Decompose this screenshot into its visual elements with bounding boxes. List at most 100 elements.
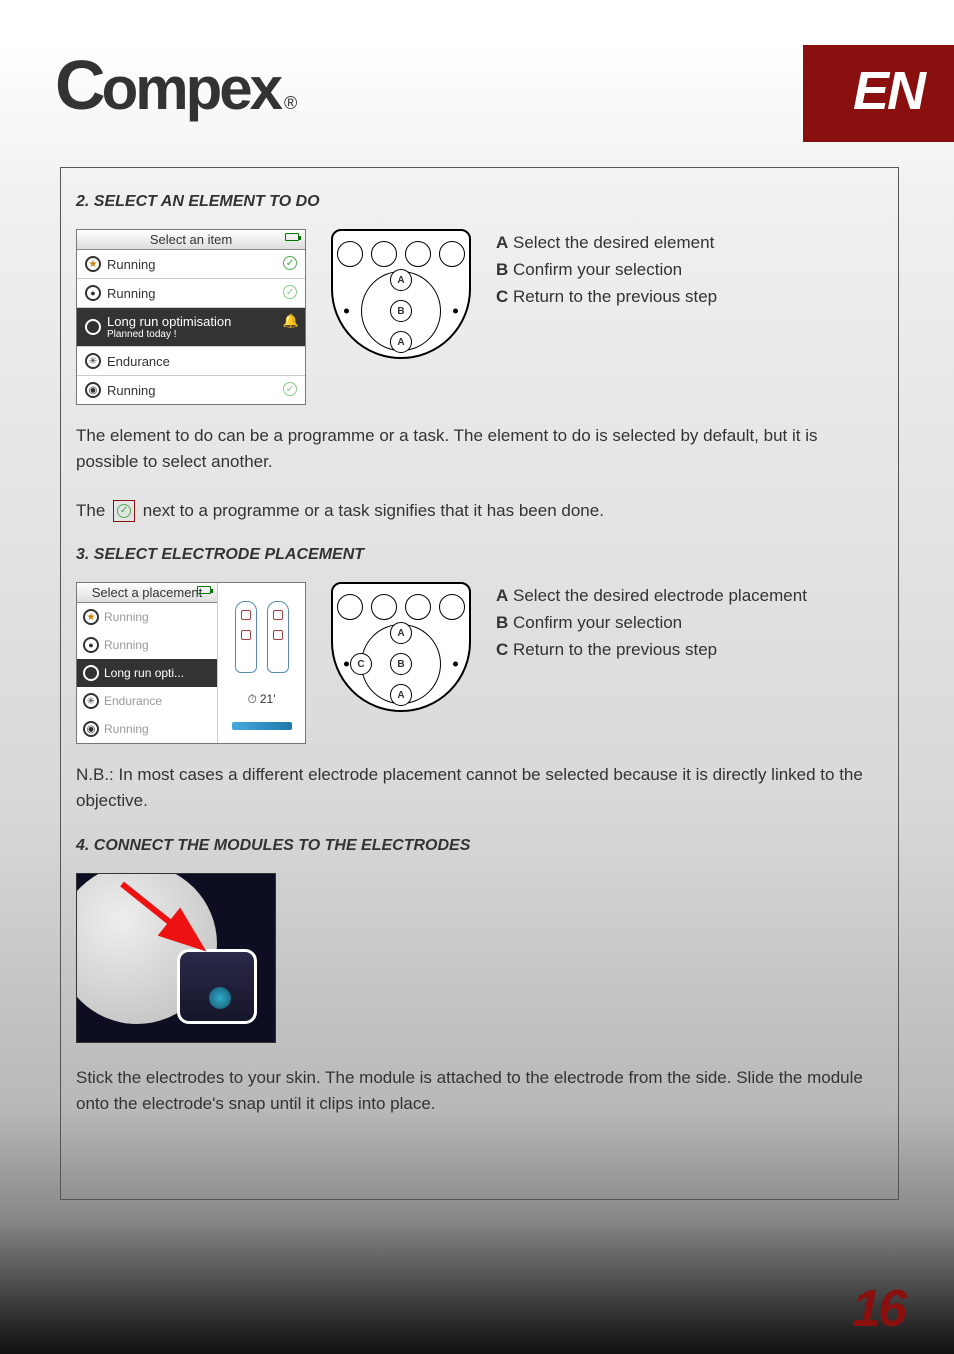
legend-a: Select the desired electrode placement (513, 586, 807, 605)
language-badge: EN (803, 45, 954, 142)
section-3-note: N.B.: In most cases a different electrod… (76, 762, 883, 815)
item-label: Running (107, 383, 297, 398)
screen-titlebar: Select a placement (77, 583, 217, 603)
ring-icon (85, 382, 101, 398)
device-top-button (371, 241, 397, 267)
dot-icon (83, 637, 99, 653)
device-top-button (439, 241, 465, 267)
list-item: Running ✓ (77, 279, 305, 308)
item-label: Running (104, 638, 149, 652)
bell-icon: 🔔 (283, 313, 299, 329)
star-icon (83, 609, 99, 625)
device-top-button (371, 594, 397, 620)
dial-center-b: B (390, 653, 412, 675)
list-item: Running ✓ (77, 376, 305, 404)
gear-icon (85, 319, 101, 335)
section-2-para1: The element to do can be a programme or … (76, 423, 883, 476)
list-item: Running (77, 603, 217, 631)
registered-mark: ® (284, 93, 297, 114)
device-top-button (405, 241, 431, 267)
list-item: Running (77, 715, 217, 743)
legend-block: A Select the desired element B Confirm y… (496, 229, 717, 311)
legs-diagram (227, 597, 297, 677)
item-label: Running (107, 257, 297, 272)
legend-c: Return to the previous step (513, 287, 717, 306)
dial-top-a: A (390, 269, 412, 291)
device-diagram: B A A (331, 229, 471, 359)
check-icon: ✓ (283, 285, 297, 299)
select-placement-screen: Select a placement Running Running Long … (76, 582, 306, 744)
section-2-para2: The ✓ next to a programme or a task sign… (76, 498, 883, 524)
timer-value: 21' (260, 692, 276, 706)
inline-check-icon: ✓ (113, 500, 135, 522)
section-2: 2. SELECT AN ELEMENT TO DO Select an ite… (76, 193, 883, 524)
stopwatch-icon: ⏱ (247, 692, 256, 707)
device-top-button (439, 594, 465, 620)
section-3: 3. SELECT ELECTRODE PLACEMENT Select a p… (76, 546, 883, 815)
content-frame: 2. SELECT AN ELEMENT TO DO Select an ite… (60, 167, 899, 1200)
dial-center-b: B (390, 300, 412, 322)
legend-b: Confirm your selection (513, 260, 682, 279)
module-outline (177, 949, 257, 1024)
battery-icon (285, 233, 299, 241)
list-item: Endurance (77, 687, 217, 715)
screen-title: Select a placement (92, 585, 203, 600)
legend-block: A Select the desired electrode placement… (496, 582, 807, 664)
device-top-button (405, 594, 431, 620)
battery-icon (197, 586, 211, 594)
star-icon (85, 256, 101, 272)
check-icon: ✓ (283, 256, 297, 270)
dial-top-a: A (390, 622, 412, 644)
side-dot (344, 309, 349, 314)
gear-icon (85, 353, 101, 369)
item-sublabel: Planned today ! (107, 329, 297, 340)
device-diagram: B A A C (331, 582, 471, 712)
section-3-title: 3. SELECT ELECTRODE PLACEMENT (76, 546, 883, 564)
dot-icon (85, 285, 101, 301)
check-icon: ✓ (283, 382, 297, 396)
brand-logo: C ompex ® (55, 45, 297, 125)
dial-bottom-a: A (390, 684, 412, 706)
item-label: Endurance (104, 694, 162, 708)
gear-icon (83, 665, 99, 681)
item-label: Running (104, 610, 149, 624)
item-label: Long run opti... (104, 666, 184, 680)
list-item: Running ✓ (77, 250, 305, 279)
logo-c: C (55, 45, 102, 125)
dial-left-c: C (350, 653, 372, 675)
legend-c: Return to the previous step (513, 640, 717, 659)
list-item: Running (77, 631, 217, 659)
wave-graphic (232, 722, 292, 730)
page-number: 16 (852, 1279, 904, 1339)
side-dot (453, 662, 458, 667)
section-4: 4. CONNECT THE MODULES TO THE ELECTRODES… (76, 837, 883, 1118)
device-top-button (337, 594, 363, 620)
side-dot (453, 309, 458, 314)
ring-icon (83, 721, 99, 737)
device-top-button (337, 241, 363, 267)
item-label: Long run optimisation Planned today ! (107, 314, 297, 340)
red-arrow-icon (112, 879, 212, 959)
item-label: Endurance (107, 354, 297, 369)
screen-titlebar: Select an item (77, 230, 305, 250)
screen-title: Select an item (150, 232, 232, 247)
list-item-selected: Long run optimisation Planned today ! 🔔 (77, 308, 305, 347)
item-label: Running (104, 722, 149, 736)
gear-icon (83, 693, 99, 709)
list-item-selected: Long run opti... (77, 659, 217, 687)
page-header: C ompex ® EN (0, 0, 954, 142)
module-connection-image (76, 873, 276, 1043)
dial-bottom-a: A (390, 331, 412, 353)
item-label: Running (107, 286, 297, 301)
side-dot (344, 662, 349, 667)
section-4-para: Stick the electrodes to your skin. The m… (76, 1065, 883, 1118)
select-item-screen: Select an item Running ✓ Running ✓ Long (76, 229, 306, 405)
snap-connector (209, 987, 231, 1009)
legend-b: Confirm your selection (513, 613, 682, 632)
list-item: Endurance (77, 347, 305, 376)
section-2-title: 2. SELECT AN ELEMENT TO DO (76, 193, 883, 211)
legend-a: Select the desired element (513, 233, 714, 252)
timer-row: ⏱ 21' (247, 692, 275, 707)
logo-rest: ompex (102, 54, 280, 123)
section-4-title: 4. CONNECT THE MODULES TO THE ELECTRODES (76, 837, 883, 855)
